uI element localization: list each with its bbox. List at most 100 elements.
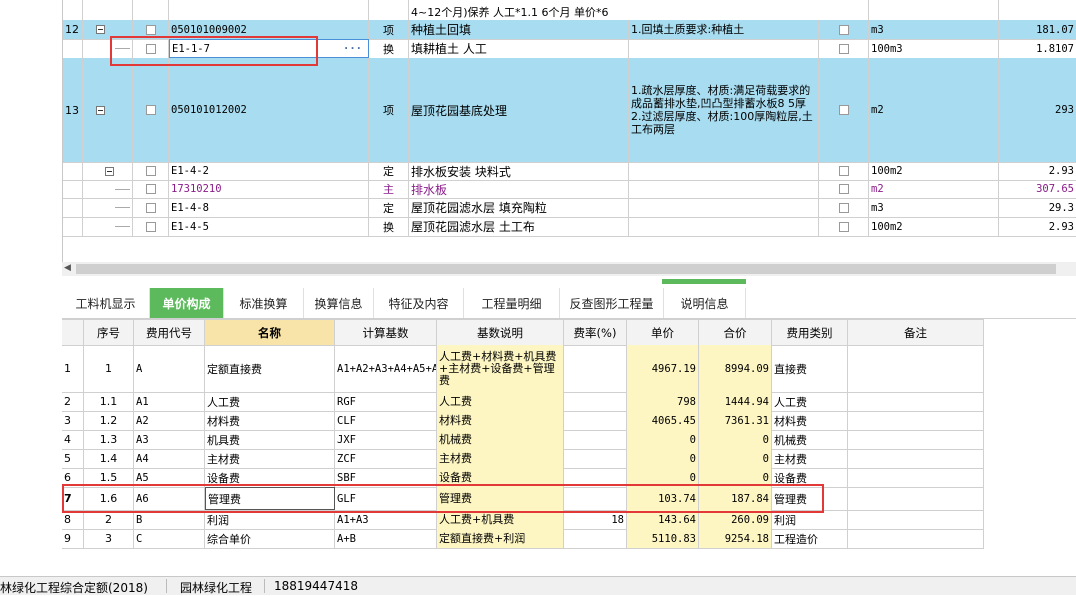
item-name: 屋顶花园滤水层 填充陶粒: [409, 198, 629, 217]
calc-base: ZCF: [335, 449, 437, 468]
splitter-handle[interactable]: [662, 279, 746, 284]
remark-cell[interactable]: [848, 345, 984, 392]
row-checkbox[interactable]: [145, 202, 156, 213]
fee-name[interactable]: 机具费: [205, 430, 335, 449]
item-type: 定: [369, 198, 409, 217]
table-row[interactable]: 4 1.3 A3 机具费 JXF 机械费 0 0 机械费: [62, 430, 984, 450]
tab-5[interactable]: 特征及内容: [374, 288, 464, 318]
rate-cell[interactable]: [564, 449, 627, 468]
collapse-icon[interactable]: [96, 105, 105, 115]
table-row[interactable]: 13 050101012002 项屋顶花园基底处理 1.疏水层厚度、材质:满足荷载要求…: [63, 58, 1076, 163]
table-row[interactable]: 3 1.2 A2 材料费 CLF 材料费 4065.45 7361.31 材料费: [62, 411, 984, 431]
row-checkbox[interactable]: [838, 202, 849, 213]
row-checkbox[interactable]: [838, 24, 849, 35]
item-code[interactable]: 050101012002: [169, 58, 369, 162]
row-checkbox[interactable]: [145, 166, 156, 176]
remark-cell[interactable]: [848, 529, 984, 548]
collapse-icon[interactable]: [96, 25, 105, 34]
remark-cell[interactable]: [848, 468, 984, 487]
tab-7[interactable]: 反查图形工程量: [560, 288, 664, 318]
table-row[interactable]: 2 1.1 A1 人工费 RGF 人工费 798 1444.94 人工费: [62, 392, 984, 412]
column-header[interactable]: 单价: [627, 320, 699, 345]
checkbox-cell: [819, 180, 869, 198]
unit-price: 0: [627, 449, 699, 468]
fee-name[interactable]: 主材费: [205, 449, 335, 468]
column-header[interactable]: 序号: [84, 320, 134, 345]
tab-8[interactable]: 说明信息: [664, 288, 746, 318]
row-checkbox[interactable]: [838, 166, 849, 176]
fee-name[interactable]: 综合单价: [205, 529, 335, 548]
column-header[interactable]: 费用类别: [772, 320, 848, 345]
cell-empty: [63, 0, 83, 20]
item-code[interactable]: E1-4-5: [169, 217, 369, 236]
column-header[interactable]: 合价: [699, 320, 772, 345]
checkbox-cell: [133, 162, 169, 180]
ellipsis-button[interactable]: ···: [343, 43, 366, 55]
item-code[interactable]: E1-4-8: [169, 198, 369, 217]
rate-cell[interactable]: [564, 411, 627, 430]
fee-name[interactable]: 材料费: [205, 411, 335, 430]
item-code[interactable]: 17310210: [169, 180, 369, 198]
horizontal-scrollbar[interactable]: ◀: [62, 262, 1076, 276]
column-header[interactable]: 名称: [205, 320, 335, 345]
column-header[interactable]: 计算基数: [335, 320, 437, 345]
collapse-icon[interactable]: [105, 166, 114, 176]
item-name: 屋顶花园基底处理: [409, 58, 629, 162]
rate-cell[interactable]: [564, 345, 627, 392]
row-checkbox[interactable]: [838, 105, 849, 115]
table-row[interactable]: E1-4-2 定排水板安装 块料式 100m2 2.93: [63, 162, 1076, 181]
remark-cell[interactable]: [848, 411, 984, 430]
remark-cell[interactable]: [848, 392, 984, 411]
checkbox-cell: [133, 180, 169, 198]
row-checkbox[interactable]: [145, 105, 156, 115]
table-row[interactable]: 5 1.4 A4 主材费 ZCF 主材费 0 0 主材费: [62, 449, 984, 469]
status-phone: 18819447418: [274, 579, 358, 593]
scrollbar-thumb[interactable]: [76, 264, 1056, 274]
row-checkbox[interactable]: [838, 184, 849, 194]
checkbox-cell: [819, 198, 869, 217]
column-header[interactable]: 备注: [848, 320, 984, 345]
row-number: 13: [63, 58, 83, 162]
rate-cell[interactable]: [564, 430, 627, 449]
rate-cell[interactable]: [564, 529, 627, 548]
calc-base: RGF: [335, 392, 437, 411]
rate-cell[interactable]: [564, 392, 627, 411]
row-checkbox[interactable]: [145, 24, 156, 35]
table-row[interactable]: E1-4-5 换屋顶花园滤水层 土工布 100m2 2.93: [63, 217, 1076, 237]
item-code[interactable]: E1-4-2: [169, 162, 369, 180]
column-header[interactable]: 费率(%): [564, 320, 627, 345]
remark-cell[interactable]: [848, 449, 984, 468]
fee-code: A1: [134, 392, 205, 411]
seq-cell: 1.1: [84, 392, 134, 411]
checkbox-cell: [133, 58, 169, 162]
row-checkbox[interactable]: [145, 184, 156, 194]
table-row[interactable]: E1-4-8 定屋顶花园滤水层 填充陶粒 m3 29.3: [63, 198, 1076, 218]
remark-cell[interactable]: [848, 487, 984, 510]
fee-name[interactable]: 定额直接费: [205, 345, 335, 392]
tab-1[interactable]: 工料机显示: [62, 288, 150, 318]
tab-3[interactable]: 标准换算: [224, 288, 304, 318]
scroll-left-icon[interactable]: ◀: [64, 263, 71, 273]
table-row[interactable]: 8 2 B 利润 A1+A3 人工费+机具费 18 143.64 260.09 利润: [62, 510, 984, 530]
table-row[interactable]: 1 1 A 定额直接费 A1+A2+A3+A4+A5+A6 人工费+材料费+机具费+主材费…: [62, 345, 984, 393]
remark-cell[interactable]: [848, 510, 984, 529]
table-row[interactable]: 9 3 C 综合单价 A+B 定额直接费+利润 5110.83 9254.18 工程造价: [62, 529, 984, 549]
remark-cell[interactable]: [848, 430, 984, 449]
fee-category: 人工费: [772, 392, 848, 411]
tab-6[interactable]: 工程量明细: [464, 288, 560, 318]
column-header[interactable]: 基数说明: [437, 320, 564, 345]
row-checkbox[interactable]: [145, 221, 156, 232]
fee-name[interactable]: 人工费: [205, 392, 335, 411]
tab-4[interactable]: 换算信息: [304, 288, 374, 318]
item-name: 排水板: [409, 180, 629, 198]
tree-line-icon: [115, 207, 130, 208]
item-unit: 100m3: [869, 39, 999, 58]
row-checkbox[interactable]: [838, 221, 849, 232]
column-header[interactable]: 费用代号: [134, 320, 205, 345]
item-quantity: 2.93: [999, 217, 1076, 236]
row-checkbox[interactable]: [838, 43, 849, 54]
tree-line-icon: [115, 226, 130, 227]
row-number: [63, 217, 83, 236]
table-row[interactable]: 17310210 主排水板 m2 307.65: [63, 180, 1076, 199]
tab-2[interactable]: 单价构成: [150, 288, 224, 318]
